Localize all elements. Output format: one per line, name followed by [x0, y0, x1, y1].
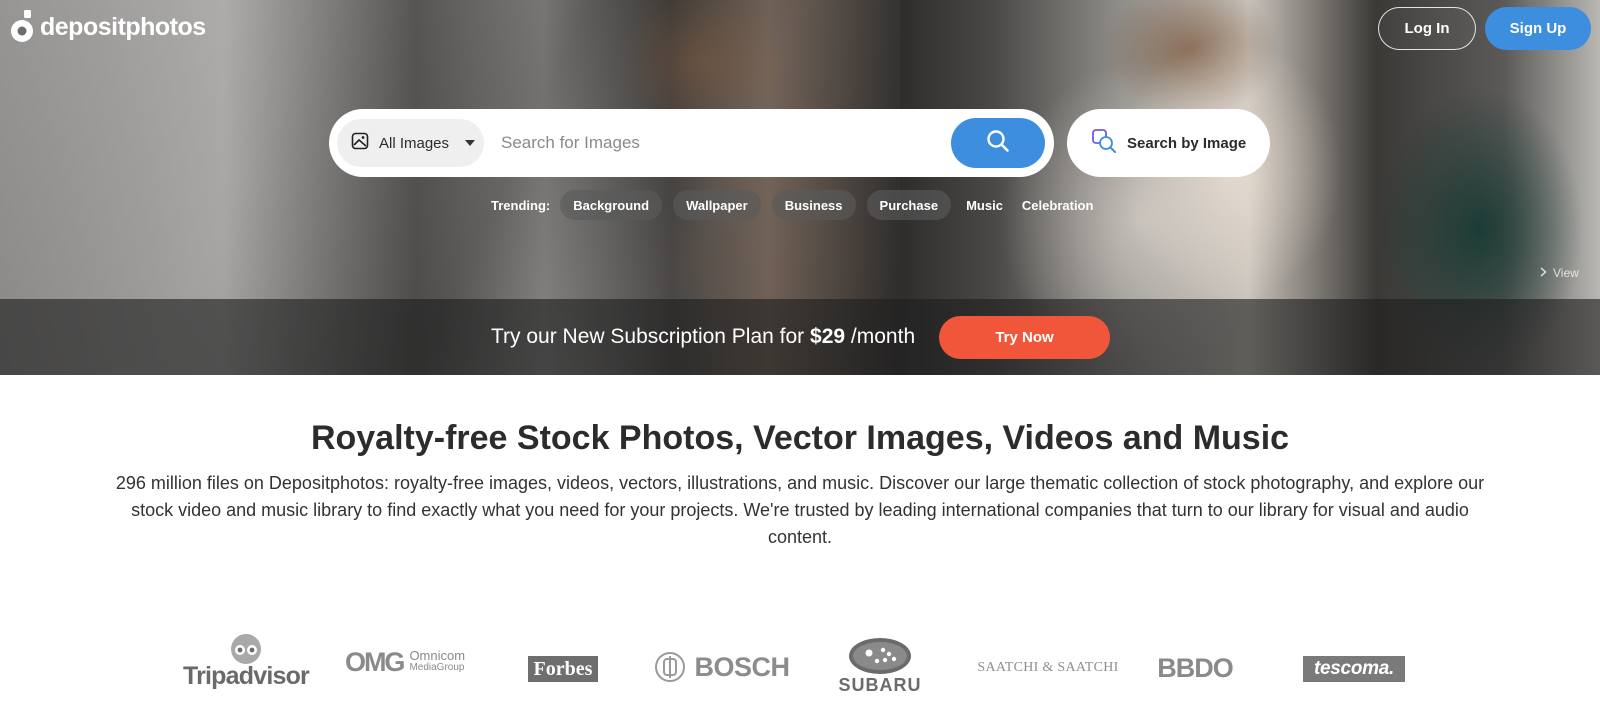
- subaru-logo: SUBARU: [830, 632, 930, 700]
- search-icon: [986, 129, 1010, 158]
- mediagroup-text: MediaGroup: [409, 662, 465, 673]
- chevron-right-icon: [1540, 266, 1547, 280]
- trending-chip[interactable]: Background: [560, 190, 663, 220]
- view-photo-link[interactable]: View: [1540, 266, 1579, 280]
- search-button[interactable]: [951, 118, 1045, 168]
- promo-text-after: /month: [850, 325, 916, 348]
- subaru-text: SUBARU: [838, 675, 922, 695]
- hero-banner: depositphotos Log In Sign Up All Images: [0, 0, 1600, 375]
- bosch-logo: BOSCH: [652, 644, 792, 690]
- tripadvisor-owl-icon: [231, 633, 261, 664]
- search-input[interactable]: [501, 123, 931, 163]
- subaru-emblem-icon: [849, 638, 911, 674]
- trending-bar: Trending: Background Wallpaper Business …: [491, 190, 1097, 220]
- bosch-text: BOSCH: [694, 651, 790, 682]
- trending-chip[interactable]: Celebration: [1018, 190, 1098, 220]
- saatchi-text: SAATCHI & SAATCHI: [977, 660, 1119, 675]
- image-type-dropdown[interactable]: All Images: [337, 119, 484, 167]
- page-title: Royalty-free Stock Photos, Vector Images…: [310, 419, 1290, 457]
- trending-chip[interactable]: Purchase: [866, 190, 952, 220]
- forbes-text: Forbes: [533, 657, 593, 680]
- search-by-image-label: Search by Image: [1127, 134, 1247, 152]
- signup-button[interactable]: Sign Up: [1485, 7, 1591, 50]
- omnicom-text: Omnicom: [409, 648, 466, 663]
- search-by-image-button[interactable]: Search by Image: [1067, 109, 1270, 177]
- search-bar: All Images: [329, 109, 1054, 177]
- promo-text: Try our New Subscription Plan for $29 /m…: [491, 325, 915, 349]
- caret-down-icon: [465, 140, 476, 146]
- bosch-emblem-icon: [655, 652, 686, 682]
- page-description: 296 million files on Depositphotos: roya…: [115, 473, 1485, 547]
- search-by-image-icon: [1091, 128, 1117, 158]
- trending-chip[interactable]: Business: [771, 190, 856, 220]
- logo[interactable]: depositphotos: [10, 10, 206, 44]
- trending-chip[interactable]: Music: [962, 190, 1007, 220]
- saatchi-logo: SAATCHI & SAATCHI: [968, 654, 1128, 682]
- trending-label: Trending:: [491, 197, 551, 213]
- view-label: View: [1553, 266, 1579, 280]
- tescoma-text: tescoma.: [1314, 658, 1394, 679]
- tripadvisor-logo: Tripadvisor: [183, 626, 310, 698]
- logo-mark-icon: [10, 10, 36, 44]
- image-type-label: All Images: [379, 134, 450, 152]
- image-type-icon: [351, 132, 369, 154]
- tripadvisor-text: Tripadvisor: [183, 661, 310, 690]
- omg-text: OMG: [344, 646, 405, 677]
- bbdo-text: BBDO: [1157, 652, 1233, 683]
- forbes-logo: Forbes: [528, 656, 598, 682]
- logo-text: depositphotos: [40, 12, 206, 41]
- omnicom-logo: OMG Omnicom MediaGroup: [340, 642, 470, 682]
- login-button[interactable]: Log In: [1378, 7, 1476, 50]
- trending-chip[interactable]: Wallpaper: [673, 190, 761, 220]
- bbdo-logo: BBDO: [1150, 648, 1240, 688]
- promo-price: $29: [810, 325, 846, 348]
- try-now-button[interactable]: Try Now: [939, 316, 1110, 359]
- tescoma-logo: tescoma.: [1303, 656, 1405, 682]
- promo-text-before: Try our New Subscription Plan for: [491, 325, 805, 348]
- client-logos: Tripadvisor OMG Omnicom MediaGroup Forbe…: [0, 632, 1600, 700]
